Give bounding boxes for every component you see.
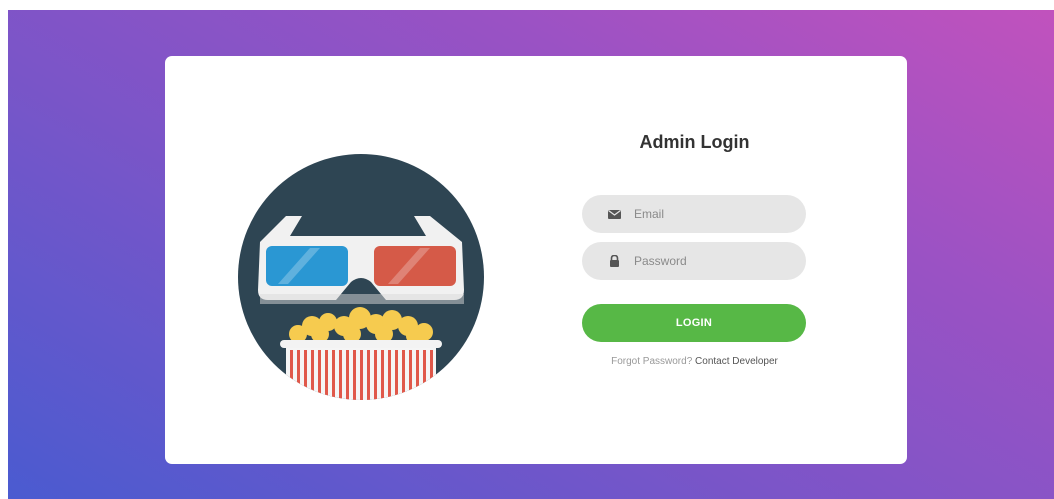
lock-icon	[610, 255, 619, 267]
email-field[interactable]	[582, 195, 806, 233]
login-card: Admin Login LOGIN Forgot Password? Conta…	[165, 56, 907, 464]
cinema-illustration	[238, 154, 484, 400]
login-title: Admin Login	[639, 132, 750, 152]
forgot-password-text: Forgot Password?	[611, 356, 693, 367]
email-input[interactable]	[634, 195, 794, 233]
password-field[interactable]	[582, 242, 806, 280]
password-input[interactable]	[634, 242, 794, 280]
login-button[interactable]: LOGIN	[582, 304, 806, 342]
contact-developer-link[interactable]: Contact Developer	[695, 356, 778, 367]
login-form: Admin Login LOGIN Forgot Password? Conta…	[582, 56, 807, 464]
forgot-password-line: Forgot Password? Contact Developer	[582, 356, 807, 367]
envelope-icon	[608, 210, 621, 219]
